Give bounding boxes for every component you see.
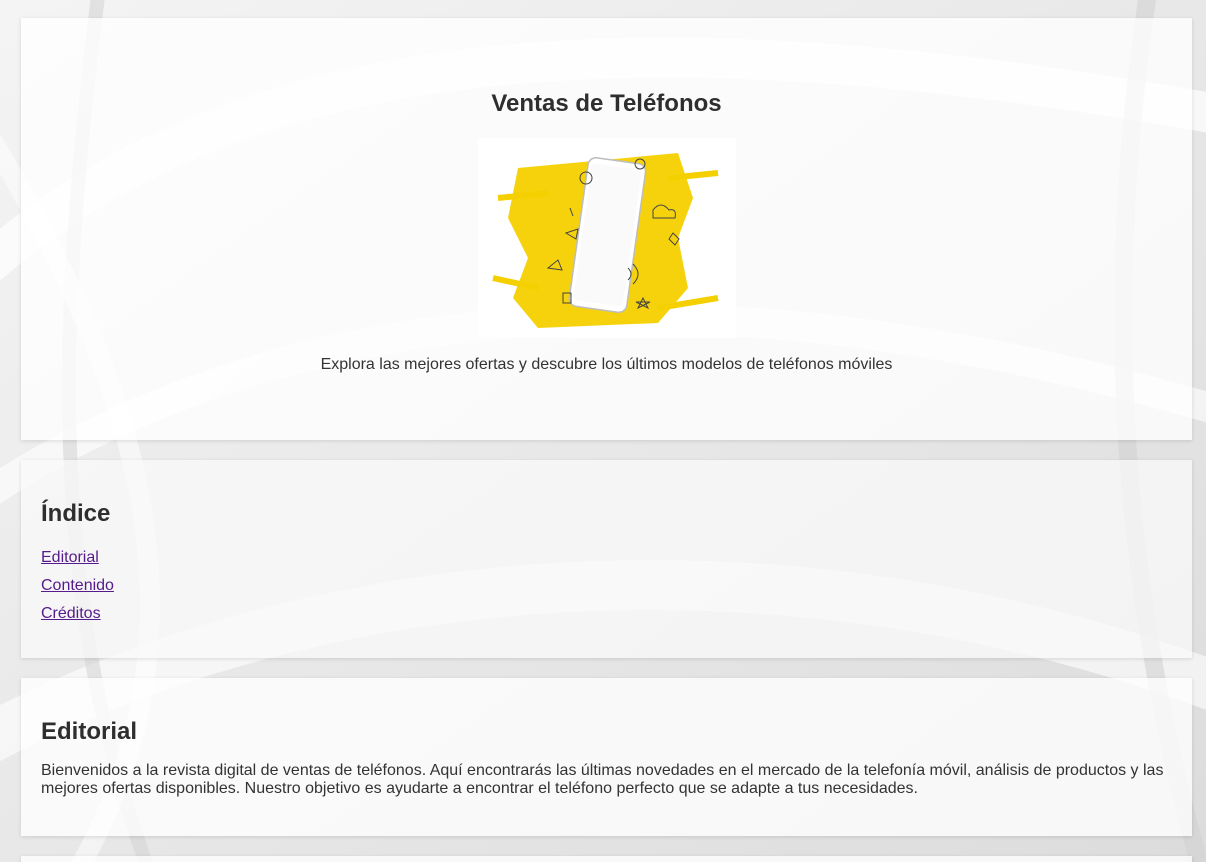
editorial-section: Editorial Bienvenidos a la revista digit… bbox=[21, 678, 1192, 836]
tagline: Explora las mejores ofertas y descubre l… bbox=[320, 356, 893, 373]
editorial-heading: Editorial bbox=[41, 718, 138, 745]
index-link-editorial[interactable]: Editorial bbox=[41, 549, 99, 566]
index-heading: Índice bbox=[41, 500, 111, 527]
list-item: Contenido bbox=[41, 572, 1172, 600]
list-item: Editorial bbox=[41, 544, 1172, 572]
editorial-text: Bienvenidos a la revista digital de vent… bbox=[41, 762, 1164, 797]
index-link-creditos[interactable]: Créditos bbox=[41, 605, 101, 622]
index-link-contenido[interactable]: Contenido bbox=[41, 577, 114, 594]
list-item: Créditos bbox=[41, 600, 1172, 628]
phone-illustration bbox=[477, 138, 736, 338]
page-title: Ventas de Teléfonos bbox=[491, 90, 722, 117]
index-list: Editorial Contenido Créditos bbox=[41, 544, 1172, 628]
page: Ventas de Teléfonos Explora las mejores … bbox=[0, 0, 1206, 862]
next-section bbox=[21, 856, 1192, 862]
header-card: Ventas de Teléfonos Explora las mejores … bbox=[21, 18, 1192, 440]
index-section: Índice Editorial Contenido Créditos bbox=[21, 460, 1192, 658]
